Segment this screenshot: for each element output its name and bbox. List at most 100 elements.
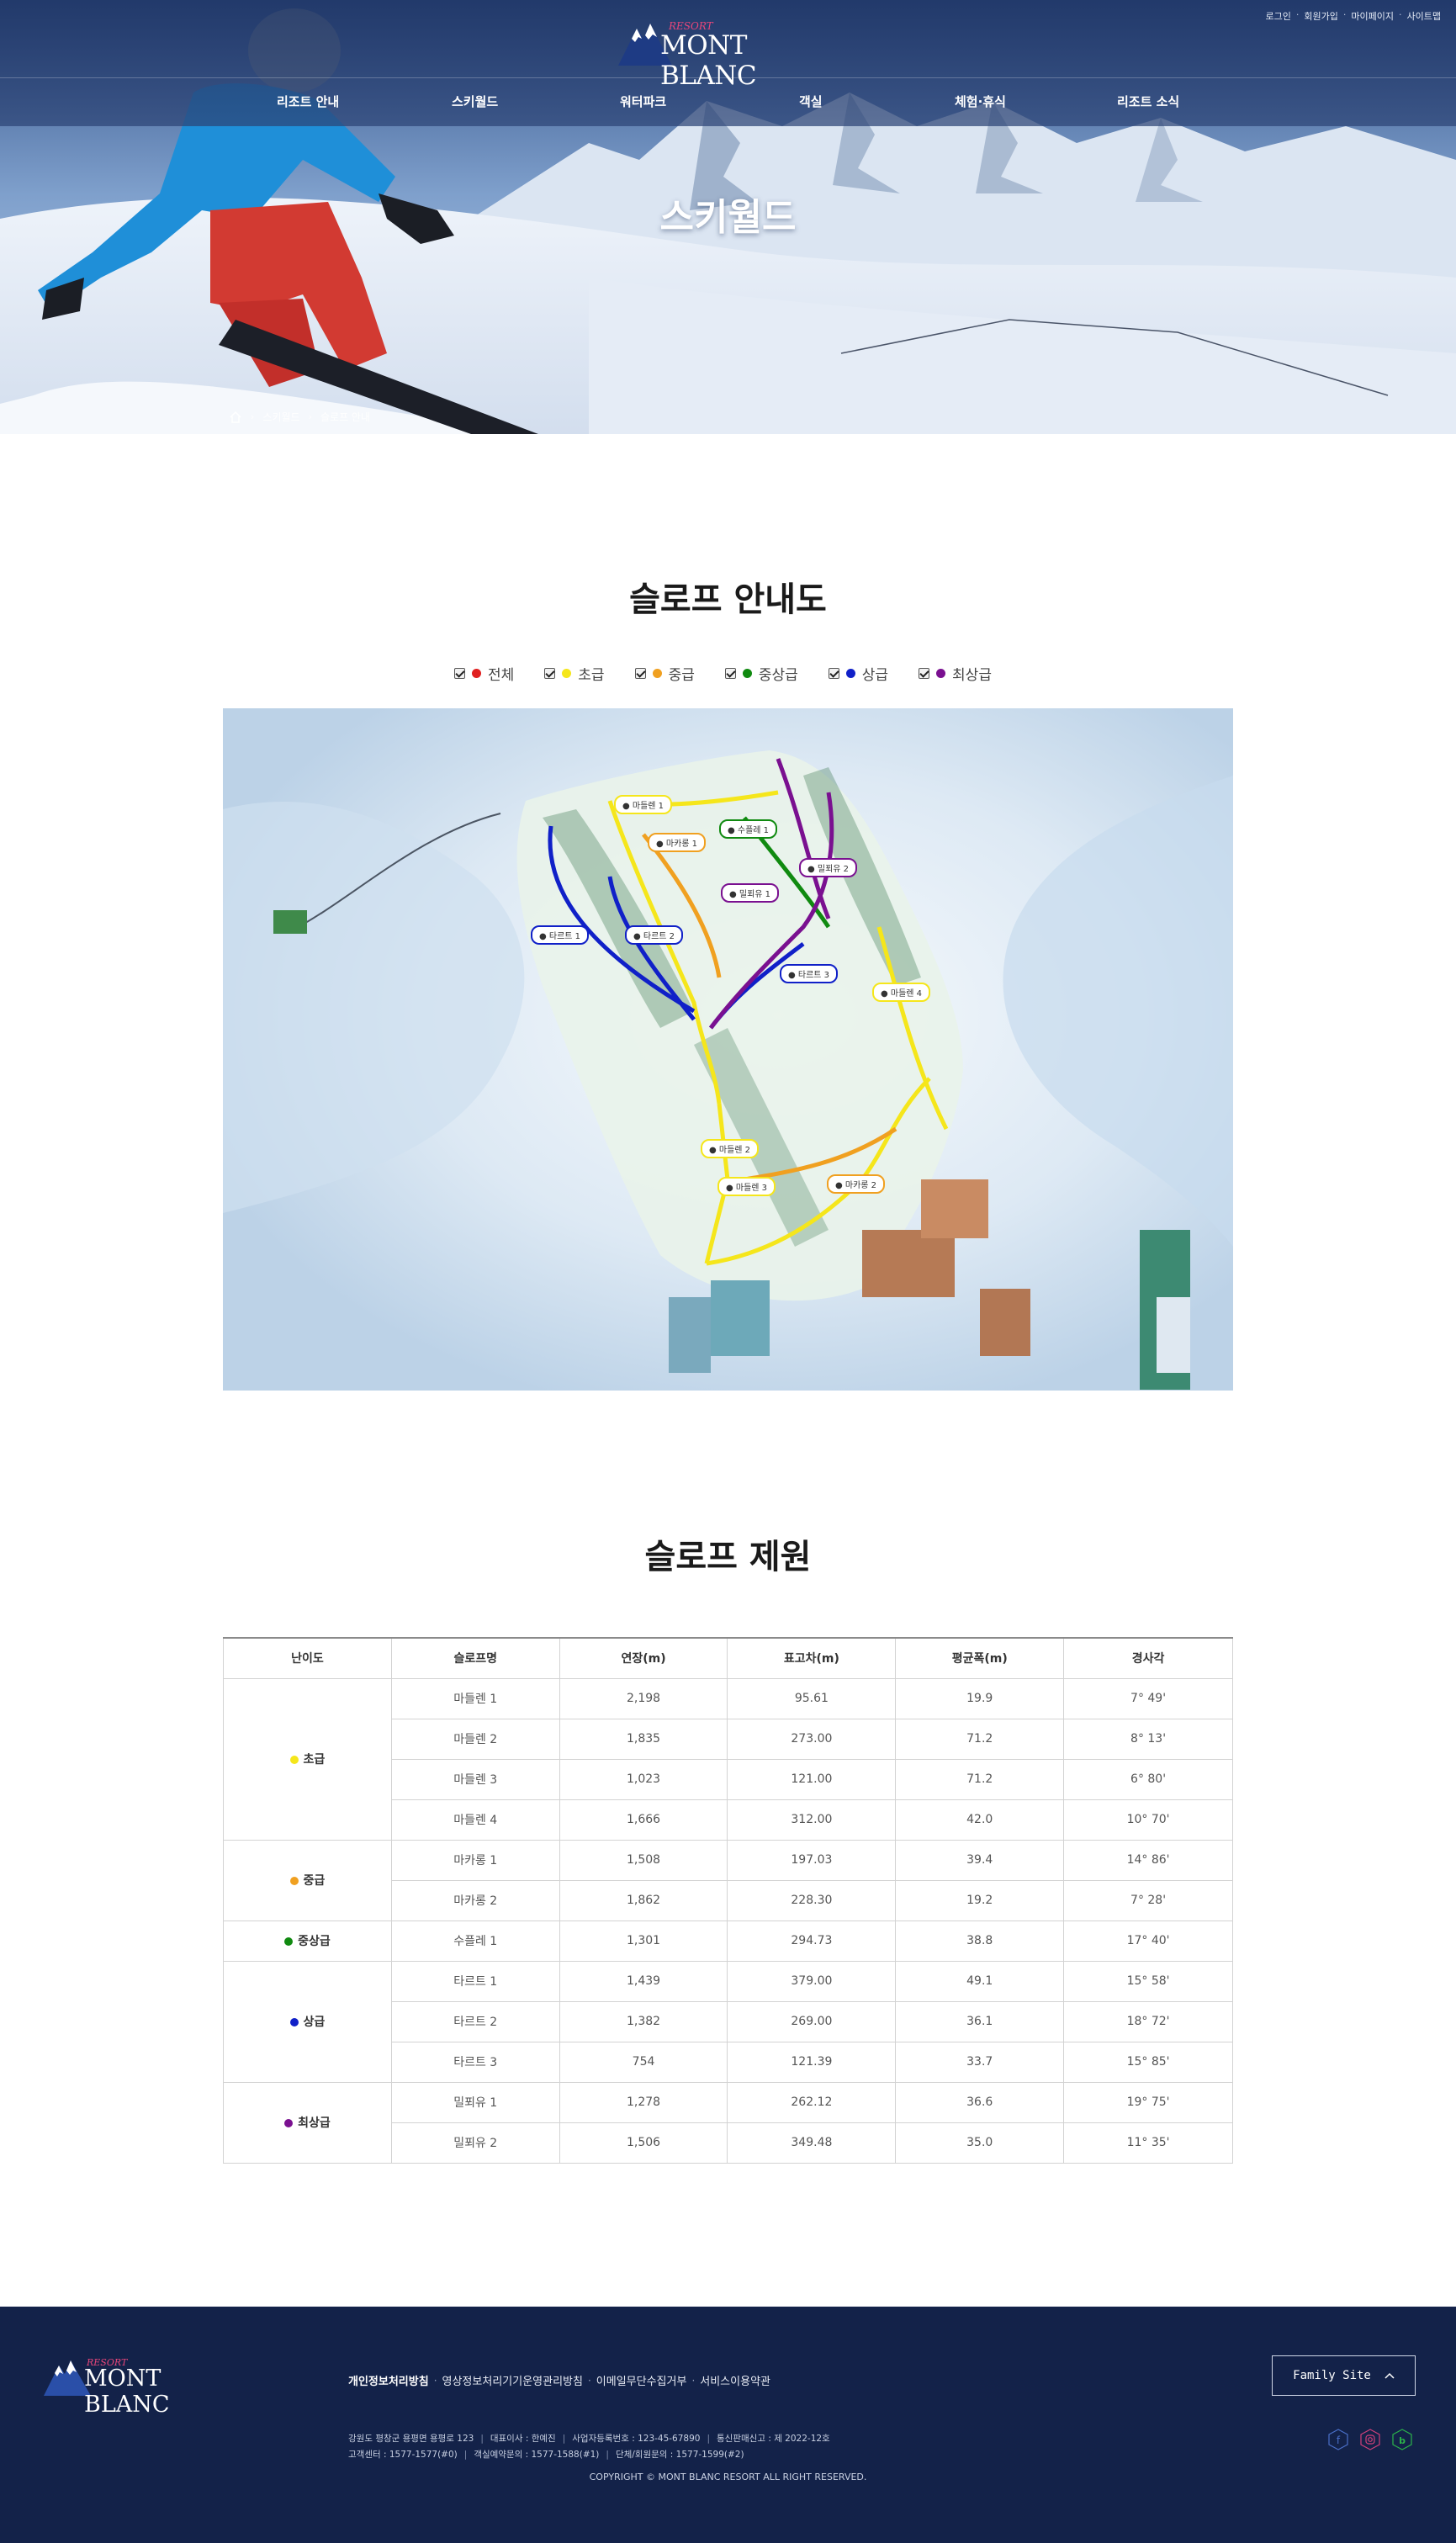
info-separator: | — [480, 2434, 484, 2444]
elevation-value: 312.00 — [727, 1799, 897, 1841]
copyright: COPYRIGHT © MONT BLANC RESORT ALL RIGHT … — [589, 2471, 867, 2482]
svg-text:b: b — [1399, 2435, 1406, 2446]
level-cell: 최상급 — [223, 2081, 392, 2164]
slope-name: 밀푀유 1 — [390, 2081, 560, 2123]
level-color-dot — [284, 2119, 294, 2127]
slope-spec-table: 난이도 슬로프명 연장(m) 표고차(m) 평균폭(m) 경사각 초급 마들렌 … — [223, 1637, 1233, 2164]
checkbox[interactable] — [724, 668, 736, 679]
filter-beginner[interactable]: 초급 — [544, 663, 605, 684]
instagram-icon[interactable] — [1359, 2429, 1381, 2450]
pin-label: 마카롱 1 — [665, 840, 698, 849]
elevation-value: 349.48 — [727, 2122, 897, 2164]
terms-of-service-link[interactable]: 서비스이용약관 — [700, 2372, 770, 2388]
slope-angle-value: 15° 58' — [1063, 1960, 1233, 2002]
checkbox[interactable] — [919, 668, 930, 679]
slope-pin-millefeuille-1[interactable]: ● 밀푀유 1 — [721, 883, 780, 903]
slope-pin-madeleine-4[interactable]: ● 마들렌 4 — [872, 983, 931, 1002]
elevation-value: 121.00 — [727, 1758, 897, 1800]
slope-name: 밀푀유 2 — [390, 2122, 560, 2164]
slope-pin-madeleine-2[interactable]: ● 마들렌 2 — [701, 1139, 760, 1158]
checkbox[interactable] — [544, 668, 556, 679]
width-value: 19.2 — [895, 1879, 1065, 1921]
width-value: 49.1 — [895, 1960, 1065, 2002]
util-separator: · — [1295, 9, 1300, 20]
email-refusal-link[interactable]: 이메일무단수집거부 — [596, 2372, 687, 2388]
nav-rooms[interactable]: 객실 — [799, 93, 823, 110]
pin-label: 타르트 1 — [548, 932, 581, 941]
mail-order-text: 통신판매신고 : 제 2022-12호 — [717, 2434, 830, 2444]
slope-angle-value: 19° 75' — [1063, 2081, 1233, 2123]
logo-brand-text: MONT BLANC — [84, 2366, 170, 2418]
util-mypage-link[interactable]: 마이페이지 — [1351, 9, 1394, 23]
nav-resort-news[interactable]: 리조트 소식 — [1117, 93, 1179, 110]
util-separator: · — [1342, 9, 1347, 20]
column-header: 연장(m) — [559, 1637, 728, 1679]
slope-map-title: 슬로프 안내도 — [629, 580, 827, 619]
nav-ski-world[interactable]: 스키월드 — [452, 93, 498, 110]
nav-water-park[interactable]: 워터파크 — [620, 93, 666, 110]
slope-name: 수플레 1 — [390, 1920, 560, 1962]
filter-upper-intermediate[interactable]: 중상급 — [724, 663, 798, 684]
group-inquiry-text: 단체/회원문의 : 1577-1599(#2) — [615, 2450, 744, 2460]
elevation-value: 228.30 — [727, 1879, 897, 1921]
length-value: 1,666 — [559, 1799, 728, 1841]
slope-pin-madeleine-3[interactable]: ● 마들렌 3 — [717, 1177, 776, 1196]
checkbox[interactable] — [828, 668, 839, 679]
checkbox[interactable] — [634, 668, 646, 679]
filter-all[interactable]: 전체 — [454, 663, 514, 684]
slope-map-illustration — [223, 708, 1233, 1391]
utility-menu: 로그인 · 회원가입 · 마이페이지 · 사이트맵 — [1266, 9, 1441, 23]
breadcrumb: › 스키월드 › 슬로프 안내 — [229, 410, 370, 424]
site-logo[interactable]: RESORT MONT BLANC — [617, 17, 839, 91]
breadcrumb-slope-guide[interactable]: 슬로프 안내 — [320, 410, 370, 424]
privacy-policy-link[interactable]: 개인정보처리방침 — [348, 2372, 429, 2388]
pin-label: 수플레 1 — [737, 826, 770, 835]
slope-pin-souffle-1[interactable]: ● 수플레 1 — [719, 819, 778, 839]
length-value: 1,382 — [559, 2000, 728, 2042]
slope-pin-tart-1[interactable]: ● 타르트 1 — [531, 925, 590, 945]
length-value: 1,508 — [559, 1839, 728, 1881]
nav-resort-info[interactable]: 리조트 안내 — [277, 93, 339, 110]
slope-pin-tart-2[interactable]: ● 타르트 2 — [625, 925, 684, 945]
checkbox[interactable] — [454, 668, 465, 679]
family-site-button[interactable]: Family Site — [1272, 2355, 1416, 2396]
nav-experience[interactable]: 체험·휴식 — [955, 93, 1006, 110]
slope-pin-macaron-1[interactable]: ● 마카롱 1 — [648, 833, 707, 852]
facebook-icon[interactable]: f — [1327, 2429, 1349, 2450]
company-info: 강원도 평창군 용평면 용평로 123 | 대표이사 : 한예진 | 사업자등록번호 :… — [348, 2431, 830, 2463]
slope-pin-tart-3[interactable]: ● 타르트 3 — [780, 964, 839, 983]
slope-pin-millefeuille-2[interactable]: ● 밀푀유 2 — [799, 858, 858, 877]
column-header: 슬로프명 — [390, 1637, 560, 1679]
level-color-dot — [289, 2018, 299, 2026]
pin-label: 밀푀유 2 — [817, 865, 850, 874]
home-icon[interactable] — [229, 411, 242, 424]
slope-spec-title: 슬로프 제원 — [644, 1538, 812, 1576]
filter-expert[interactable]: 최상급 — [919, 663, 992, 684]
length-value: 1,023 — [559, 1758, 728, 1800]
cctv-policy-link[interactable]: 영상정보처리기기운영관리방침 — [442, 2372, 583, 2388]
width-value: 35.0 — [895, 2122, 1065, 2164]
svg-text:f: f — [1337, 2434, 1341, 2446]
main-nav: 리조트 안내 스키월드 워터파크 객실 체험·휴식 리조트 소식 — [0, 78, 1456, 126]
util-login-link[interactable]: 로그인 — [1266, 9, 1291, 23]
blog-icon[interactable]: b — [1391, 2429, 1413, 2450]
info-separator: | — [707, 2434, 711, 2444]
color-dot — [936, 669, 946, 678]
slope-pin-macaron-2[interactable]: ● 마카롱 2 — [827, 1174, 886, 1194]
chevron-right-icon: › — [251, 411, 255, 422]
footer-logo[interactable]: RESORT MONT BLANC — [42, 2355, 227, 2418]
color-dot — [652, 669, 662, 678]
util-join-link[interactable]: 회원가입 — [1304, 9, 1337, 23]
util-sitemap-link[interactable]: 사이트맵 — [1407, 9, 1441, 23]
breadcrumb-ski-world[interactable]: 스키월드 — [262, 410, 299, 424]
filter-intermediate[interactable]: 중급 — [634, 663, 695, 684]
level-label: 최상급 — [298, 2117, 331, 2130]
elevation-value: 294.73 — [727, 1920, 897, 1962]
width-value: 71.2 — [895, 1718, 1065, 1760]
slope-pin-madeleine-1[interactable]: ● 마들렌 1 — [614, 795, 673, 814]
table-row: 초급 마들렌 1 2,198 95.61 19.9 7° 49' — [223, 1677, 1233, 1841]
filter-label: 초급 — [578, 667, 605, 684]
company-info-line-1: 강원도 평창군 용평면 용평로 123 | 대표이사 : 한예진 | 사업자등록번호 :… — [348, 2431, 830, 2447]
column-header: 평균폭(m) — [895, 1637, 1065, 1679]
filter-advanced[interactable]: 상급 — [828, 663, 888, 684]
